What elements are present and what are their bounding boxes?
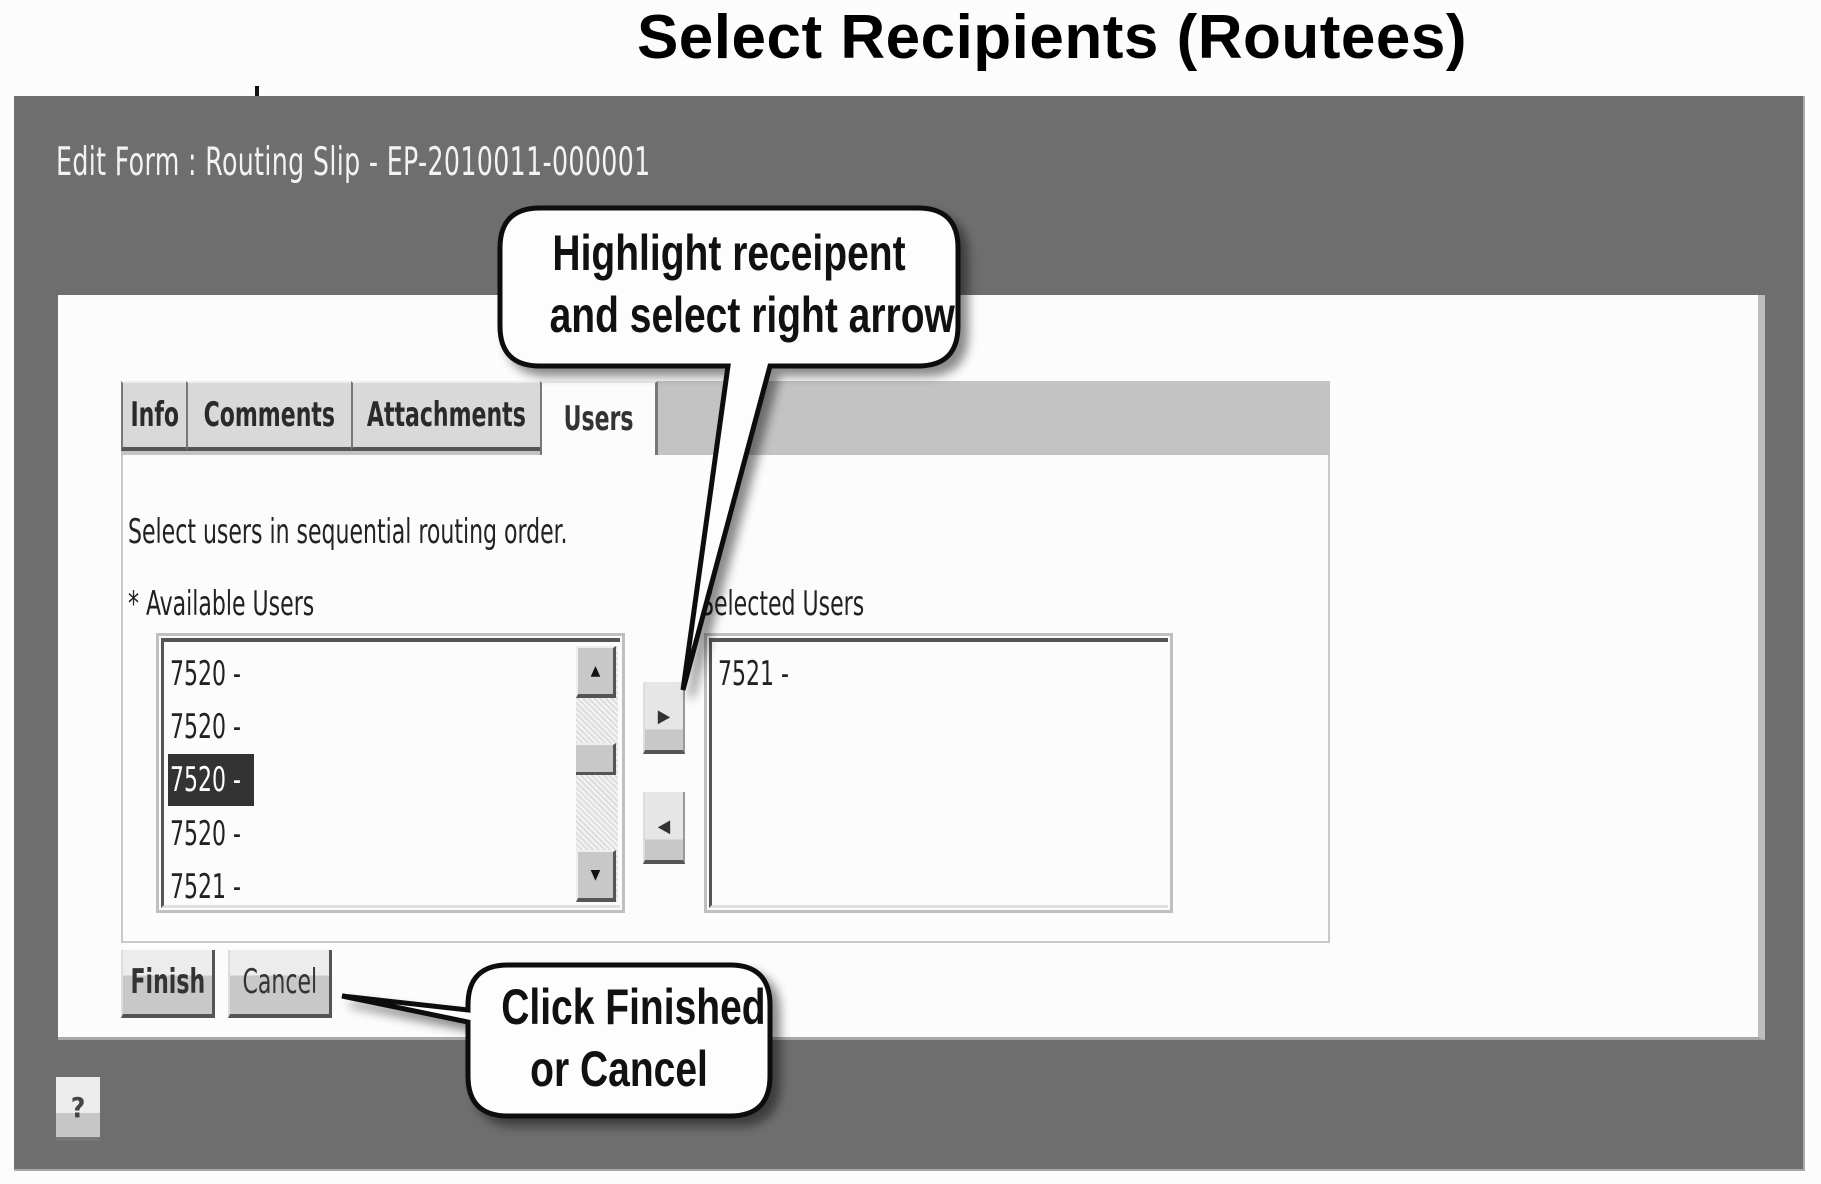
tab-label: Info [130,395,179,435]
cancel-button[interactable]: Cancel [228,950,332,1018]
decorative-tick [255,86,259,96]
list-item[interactable]: 7520 - [168,701,275,753]
tab-users[interactable]: Users [540,381,658,455]
help-icon: ? [70,1090,86,1124]
tab-bar: Info Comments Attachments Users [121,381,1330,455]
list-item[interactable]: 7521 - [716,648,823,700]
move-right-button[interactable]: ▶ [643,682,685,754]
selected-users-list[interactable]: 7521 - [704,633,1173,913]
scroll-up-button[interactable]: ▲ [576,646,616,698]
available-users-list[interactable]: 7520 - 7520 - 7520 - 7520 - 7521 - ▲ ▼ [156,633,625,913]
chevron-right-icon: ▶ [657,705,671,727]
slide-title: Select Recipients (Routees) [636,3,1468,72]
selected-users-label: Selected Users [700,584,865,624]
form-header-title: Edit Form : Routing Slip - EP-2010011-00… [56,140,651,185]
scroll-down-icon: ▼ [590,867,601,883]
tab-attachments[interactable]: Attachments [351,381,540,451]
list-item-selected[interactable]: 7520 - [168,754,254,806]
callout-arrow-hint-text: Highlight receipent and select right arr… [549,225,955,343]
scroll-up-icon: ▲ [590,663,601,679]
scroll-down-button[interactable]: ▼ [576,850,616,902]
tab-label: Attachments [367,395,526,435]
list-item[interactable]: 7521 - [168,861,275,913]
help-button[interactable]: ? [56,1077,100,1141]
tab-label: Comments [203,395,336,435]
list-item[interactable]: 7520 - [168,808,275,860]
callout-finish-hint-text: Click Finished or Cancel [501,979,766,1097]
move-left-button[interactable]: ◀ [643,792,685,864]
vertical-scrollbar[interactable]: ▲ ▼ [576,646,618,902]
routing-instruction: Select users in sequential routing order… [128,512,568,552]
tab-info[interactable]: Info [121,381,186,451]
finish-button[interactable]: Finish [121,950,215,1018]
scroll-thumb[interactable] [576,743,616,775]
tab-comments[interactable]: Comments [186,381,351,451]
tab-label: Users [563,399,634,439]
chevron-left-icon: ◀ [657,815,671,837]
list-item[interactable]: 7520 - [168,648,275,700]
available-users-label: * Available Users [128,584,315,624]
